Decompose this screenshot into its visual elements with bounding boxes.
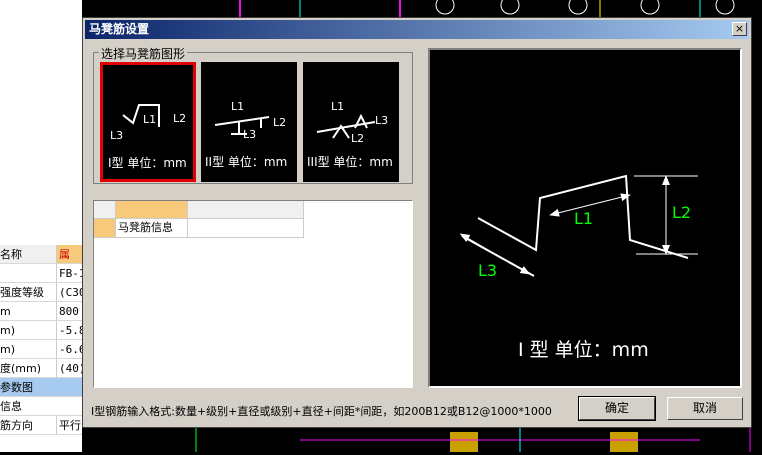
type-1-shape-icon: L1 L2 L3 I型 单位：mm [108,104,187,170]
property-name: 强度等级 [0,286,44,299]
shape-thumb-type-1[interactable]: L1 L2 L3 I型 单位：mm [100,62,196,182]
svg-text:I 型 单位：mm: I 型 单位：mm [518,339,649,361]
property-value: -5.8 [56,321,82,339]
property-row[interactable]: 强度等级 (C30 [0,283,82,302]
dialog-title: 马凳筋设置 [89,22,150,36]
property-value: (C30 [56,283,82,301]
rebar-info-grid: 马凳筋信息 [93,200,413,388]
property-name: m) [0,324,16,337]
dialog-titlebar[interactable]: 马凳筋设置 × [85,20,749,39]
property-row[interactable]: 度(mm) (40) [0,359,82,378]
grid-row-header [94,219,116,238]
cancel-button[interactable]: 取消 [667,397,743,420]
property-row[interactable]: 筋方向 平行 [0,416,82,435]
property-name: 度(mm) [0,362,42,375]
shape-thumb-type-2[interactable]: L1 L2 L3 II型 单位：mm [201,62,297,182]
grid-row-label: 马凳筋信息 [116,219,188,238]
svg-text:L2: L2 [273,116,286,129]
property-name: 信息 [0,400,22,413]
grid-header-value [188,201,304,219]
grid-row-value-cell[interactable] [188,219,304,238]
property-row[interactable]: 名称 属 [0,245,82,264]
svg-text:I型 单位：mm: I型 单位：mm [108,155,187,170]
svg-text:II型 单位：mm: II型 单位：mm [205,154,287,169]
input-format-hint: I型钢筋输入格式:数量+级别+直径或级别+直径+间距*间距，如200B12或B1… [91,405,552,418]
rebar-chair-dialog: 马凳筋设置 × 选择马凳筋图形 L1 L2 L3 I型 单位：mm L1 L2 … [82,17,752,428]
close-button[interactable]: × [732,22,747,36]
svg-text:L2: L2 [351,132,364,145]
svg-text:L2: L2 [672,203,691,222]
property-name: 名称 [0,248,22,261]
svg-text:L1: L1 [574,209,593,228]
property-row[interactable]: m 800 [0,302,82,321]
property-name: m) [0,343,16,356]
property-name: 筋方向 [0,419,33,432]
shape-preview: L1 L2 L3 I 型 单位：mm [428,48,742,388]
svg-text:III型 单位：mm: III型 单位：mm [307,154,393,169]
property-row[interactable]: m) -6.6 [0,340,82,359]
type-3-shape-icon: L1 L3 L2 III型 单位：mm [307,100,393,169]
property-value: 平行 [56,416,82,434]
property-name: 参数图 [0,381,33,394]
property-value: 属 [56,245,82,263]
svg-text:L1: L1 [331,100,344,113]
property-row[interactable]: m) -5.8 [0,321,82,340]
shape-thumb-type-3[interactable]: L1 L3 L2 III型 单位：mm [303,62,399,182]
preview-drawing: L1 L2 L3 I 型 单位：mm [459,174,698,361]
grid-corner [94,201,116,219]
property-value: (40) [56,359,82,377]
svg-text:L1: L1 [231,100,244,113]
svg-text:L3: L3 [110,129,123,142]
grid-header-name [116,201,188,219]
property-name: m [0,305,11,318]
property-row[interactable]: 信息 [0,397,82,416]
svg-text:L3: L3 [375,114,388,127]
property-value: 800 [56,302,82,320]
property-value: -6.6 [56,340,82,358]
property-value: FB-1 [56,264,82,282]
svg-text:L1: L1 [143,113,156,126]
type-2-shape-icon: L1 L2 L3 II型 单位：mm [205,100,287,169]
svg-text:L3: L3 [243,128,256,141]
ok-button[interactable]: 确定 [578,396,656,421]
property-row[interactable]: FB-1 [0,264,82,283]
shape-group-label: 选择马凳筋图形 [99,45,188,62]
svg-text:L2: L2 [173,112,186,125]
property-row[interactable]: 参数图 [0,378,82,397]
svg-text:L3: L3 [478,261,497,280]
